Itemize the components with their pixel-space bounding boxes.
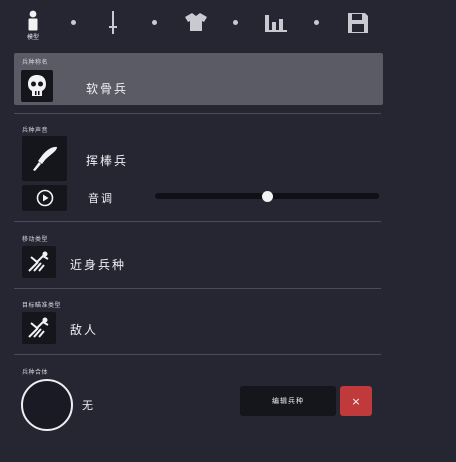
unit-voice-section-label: 兵种声音 [22,127,49,134]
tab-model[interactable]: 模型 [26,10,40,41]
tab-outfit[interactable] [184,12,208,32]
tab-separator-dot [233,20,238,25]
play-voice-button[interactable] [22,185,67,211]
unit-voice-icon-box[interactable] [22,136,67,181]
stats-icon [265,15,287,32]
divider [14,113,381,114]
target-type-icon-box[interactable] [22,312,56,344]
tab-save[interactable] [346,11,370,35]
enemy-icon [28,317,49,338]
person-icon [28,10,38,31]
divider [14,288,381,289]
unit-name-row[interactable] [14,53,383,105]
tab-separator-dot [152,20,157,25]
divider [14,221,381,222]
pitch-slider-thumb[interactable] [262,190,273,202]
play-icon [36,189,53,207]
sword-icon [109,11,117,34]
pitch-slider[interactable] [155,190,379,202]
tab-bar: 模型 [0,0,456,52]
unit-combine-avatar[interactable] [21,379,73,431]
unit-voice-value: 挥棒兵 [86,154,129,168]
move-type-section-label: 移动类型 [22,236,49,243]
tab-separator-dot [314,20,319,25]
tab-stats[interactable] [264,13,288,33]
tab-model-label: 模型 [26,34,39,41]
unit-name-section-label: 兵种称名 [22,59,49,66]
move-type-icon-box[interactable] [22,246,56,278]
pitch-label: 音调 [88,192,114,205]
edit-unit-button[interactable]: 编辑兵种 [240,386,336,416]
tab-separator-dot [71,20,76,25]
tab-weapon[interactable] [108,10,118,36]
close-button[interactable]: × [340,386,372,416]
unit-editor-screen: 模型 兵种称名 软骨兵 兵种声音 挥棒兵 音调 移动类型 近身兵种 目标瞄准类型… [0,0,456,462]
target-type-section-label: 目标瞄准类型 [22,302,62,309]
skull-icon [28,75,46,96]
save-icon [348,13,368,33]
unit-combine-value: 无 [82,399,95,412]
close-icon: × [351,394,361,408]
move-type-value: 近身兵种 [70,258,127,272]
unit-name-icon-box [21,70,53,102]
club-icon [32,146,57,171]
divider [14,354,381,355]
target-type-value: 敌人 [70,323,99,337]
unit-combine-section-label: 兵种合体 [22,369,49,376]
shirt-icon [185,13,207,31]
unit-name-value: 软骨兵 [86,82,129,96]
melee-icon [28,251,49,272]
